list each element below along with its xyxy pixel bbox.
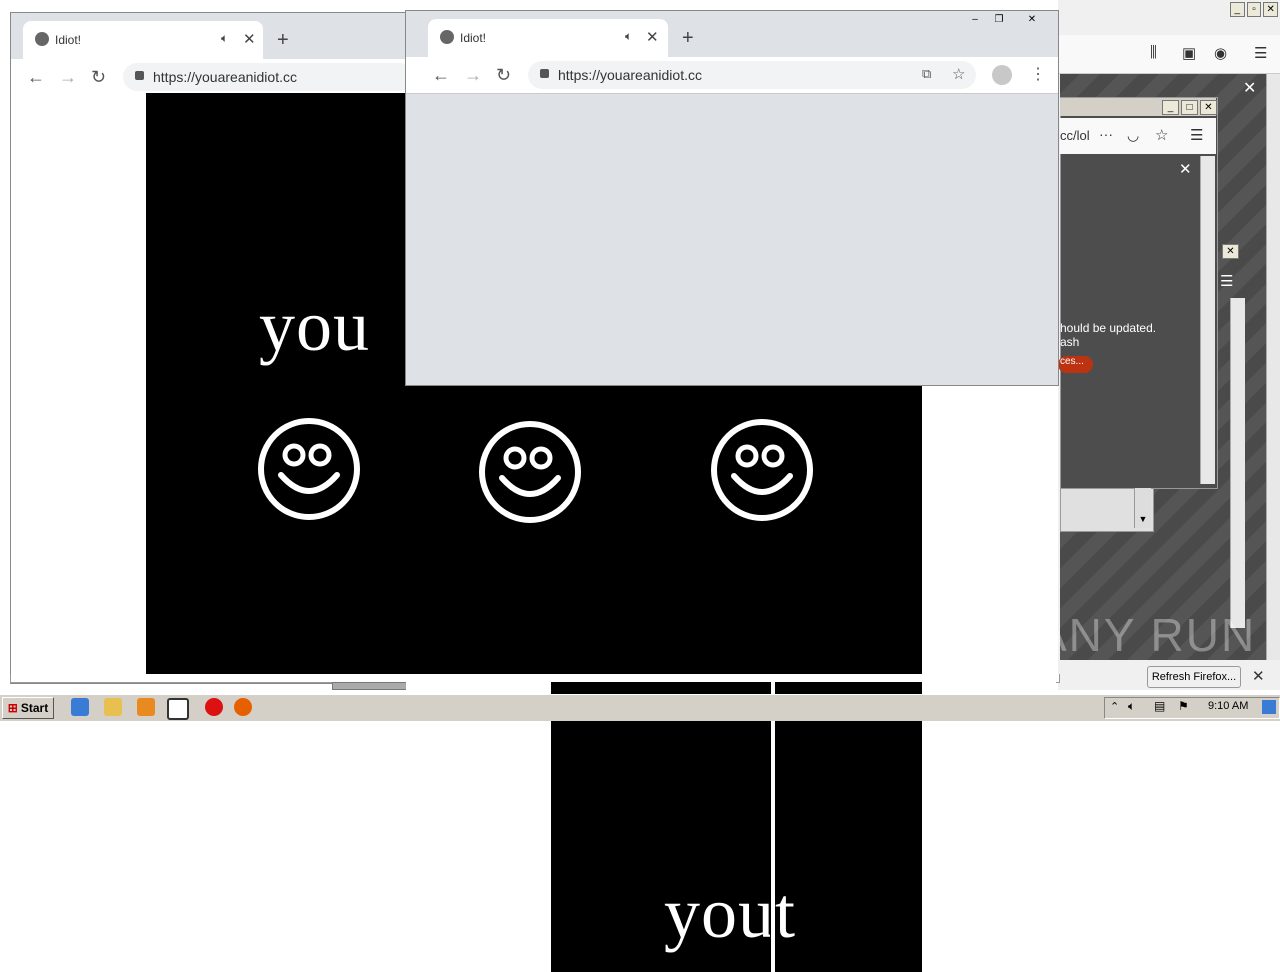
menu-icon[interactable]: ☰ (1190, 126, 1203, 144)
page-white-margin (922, 385, 1057, 674)
address-bar[interactable]: https://youareanidiot.cc ⧉ ☆ (528, 61, 976, 89)
firefox-icon[interactable] (234, 698, 252, 716)
show-desktop-icon[interactable] (1262, 700, 1276, 714)
restore-icon[interactable]: ❐ (988, 13, 1010, 26)
speaker-icon[interactable]: 🔈︎ (625, 29, 632, 44)
firefox-window-controls: _ ▫ ✕ (1230, 2, 1279, 17)
library-icon[interactable]: ⫼ (1150, 44, 1157, 61)
reload-icon[interactable]: ↻ (91, 67, 106, 88)
watermark: ANY RUN (1036, 609, 1257, 661)
start-label: Start (20, 701, 49, 715)
url-text[interactable]: https://youareanidiot.cc (558, 67, 702, 83)
refresh-firefox-button[interactable]: Refresh Firefox... (1147, 666, 1241, 688)
speaker-icon[interactable]: 🔈︎ (221, 31, 228, 46)
back-icon[interactable]: ← (27, 67, 45, 88)
network-icon[interactable]: ▤ (1154, 699, 1165, 713)
close-icon[interactable]: ✕ (243, 30, 256, 48)
close-icon[interactable]: ✕ (1243, 78, 1256, 98)
forward-icon[interactable]: → (59, 67, 77, 88)
clock[interactable]: 9:10 AM (1208, 700, 1248, 712)
tab-title: Idiot! (460, 31, 487, 45)
more-icon[interactable]: ··· (1099, 126, 1113, 142)
windows-logo-icon: ⊞ (7, 701, 18, 715)
new-tab-icon[interactable]: + (277, 29, 289, 52)
close-icon[interactable]: ✕ (1200, 100, 1217, 115)
tab-idiot[interactable]: Idiot! 🔈︎ ✕ (428, 19, 668, 57)
close-icon[interactable]: ✕ (1263, 2, 1279, 17)
close-icon[interactable]: ✕ (1012, 13, 1052, 26)
more-icon[interactable]: ⋮ (1030, 64, 1046, 84)
profile-icon[interactable] (992, 65, 1012, 85)
tab-title: Idiot! (55, 33, 82, 47)
minimize-icon[interactable]: _ (1230, 2, 1245, 17)
sidebar-icon[interactable]: ▣ (1182, 44, 1196, 62)
taskbar (0, 694, 1280, 721)
new-tab-icon[interactable]: + (682, 27, 694, 50)
tab-strip: Idiot! 🔈︎ ✕ + (11, 13, 419, 59)
globe-icon (35, 32, 49, 46)
folder-icon[interactable] (104, 698, 122, 716)
internet-explorer-icon[interactable] (71, 698, 89, 716)
back-icon[interactable]: ← (432, 65, 450, 86)
menu-icon[interactable]: ☰ (1220, 272, 1233, 290)
start-button[interactable]: ⊞ Start (2, 697, 54, 719)
pocket-icon[interactable]: ◡ (1127, 127, 1139, 144)
tray-expand-icon[interactable]: ⌃ (1110, 700, 1119, 713)
inner-url-fragment[interactable]: cc/lol (1060, 128, 1090, 143)
star-icon[interactable]: ☆ (952, 65, 965, 83)
window-controls: – ❐ ✕ (964, 13, 1052, 26)
inner-scrollbar[interactable] (1200, 156, 1215, 484)
reload-icon[interactable]: ↻ (496, 65, 511, 86)
tab-strip: Idiot! 🔈︎ ✕ + – ❐ ✕ (406, 11, 1058, 57)
warning-line-2: ash (1060, 335, 1080, 349)
forward-icon[interactable]: → (464, 65, 482, 86)
chrome-toolbar: ← → ↻ https://youareanidiot.cc ⧉ ☆ ⋮ (406, 57, 1058, 94)
smiley-icon (711, 419, 813, 521)
smiley-icon (479, 421, 581, 523)
outer-scrollbar[interactable] (1230, 298, 1245, 628)
volume-icon[interactable]: 🔈︎ (1128, 699, 1135, 714)
media-player-icon[interactable] (137, 698, 155, 716)
opera-icon[interactable] (205, 698, 223, 716)
menu-icon[interactable]: ☰ (1254, 44, 1267, 62)
lock-icon (135, 71, 144, 80)
smiley-icon (258, 418, 360, 520)
firefox-toolbar (1058, 35, 1280, 74)
close-icon[interactable]: ✕ (646, 28, 659, 46)
tab-idiot[interactable]: Idiot! 🔈︎ ✕ (23, 21, 263, 59)
plugin-warning-text: hould be updated. ash (1060, 321, 1156, 349)
you-text: you (259, 286, 370, 366)
maximize-icon[interactable]: □ (1181, 100, 1198, 115)
warning-line-1: hould be updated. (1060, 321, 1157, 335)
url-text[interactable]: https://youareanidiot.cc (153, 69, 297, 85)
firefox-scrollbar[interactable] (1266, 74, 1280, 660)
minimize-icon[interactable]: _ (1162, 100, 1179, 115)
warning-button[interactable]: ces... (1058, 356, 1093, 373)
inner-window-controls: _ □ ✕ (1162, 100, 1217, 115)
third-window-controls: ✕ (1222, 244, 1239, 259)
minimize-icon[interactable]: – (964, 13, 986, 26)
flag-icon[interactable]: ⚑ (1178, 699, 1189, 713)
black-background (146, 93, 405, 681)
account-icon[interactable]: ◉ (1214, 44, 1227, 62)
chrome-window-front: Idiot! 🔈︎ ✕ + – ❐ ✕ ← → ↻ https://youare… (405, 10, 1059, 386)
lock-icon (540, 69, 549, 78)
address-bar[interactable]: https://youareanidiot.cc (123, 63, 413, 91)
page-front: yout (406, 682, 1056, 972)
chrome-toolbar: ← → ↻ https://youareanidiot.cc (11, 59, 419, 96)
chrome-icon[interactable] (167, 698, 189, 720)
page-back: you (11, 93, 405, 681)
popup-blocked-icon[interactable]: ⧉ (922, 66, 931, 82)
close-icon[interactable]: ✕ (1252, 667, 1265, 685)
chevron-down-icon[interactable]: ▼ (1134, 488, 1151, 528)
firefox-inner-window (1060, 97, 1218, 489)
close-icon[interactable]: ✕ (1222, 244, 1239, 259)
you-text: yout (664, 873, 797, 953)
globe-icon (440, 30, 454, 44)
restore-icon[interactable]: ▫ (1246, 2, 1262, 17)
star-icon[interactable]: ☆ (1155, 126, 1168, 144)
close-icon[interactable]: ✕ (1179, 160, 1192, 178)
caret-artifact (770, 682, 775, 972)
